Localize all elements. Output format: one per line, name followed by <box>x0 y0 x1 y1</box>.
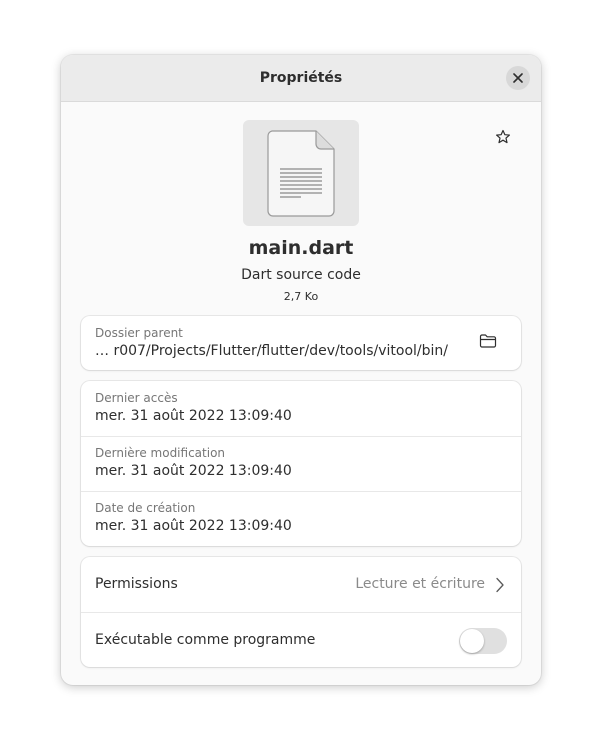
permissions-card: Permissions Lecture et écriture Exécutab… <box>81 557 521 667</box>
date-row-modified: Dernière modification mer. 31 août 2022 … <box>81 436 521 492</box>
parent-folder-card: Dossier parent … r007/Projects/Flutter/f… <box>81 316 521 370</box>
date-label: Date de création <box>95 501 196 515</box>
date-label: Dernier accès <box>95 391 178 405</box>
file-preview <box>243 120 359 226</box>
date-value: mer. 31 août 2022 13:09:40 <box>95 463 292 479</box>
close-icon <box>513 73 523 83</box>
dates-card: Dernier accès mer. 31 août 2022 13:09:40… <box>81 381 521 546</box>
header-bar: Propriétés <box>61 55 541 102</box>
parent-folder-path: … r007/Projects/Flutter/flutter/dev/tool… <box>95 343 448 359</box>
executable-label: Exécutable comme programme <box>95 632 316 648</box>
text-file-icon <box>267 130 335 217</box>
executable-row: Exécutable comme programme <box>81 612 521 667</box>
toggle-knob <box>460 629 484 653</box>
folder-icon <box>479 334 497 348</box>
open-parent-folder-button[interactable] <box>479 333 501 353</box>
date-value: mer. 31 août 2022 13:09:40 <box>95 518 292 534</box>
date-row-created: Date de création mer. 31 août 2022 13:09… <box>81 491 521 546</box>
star-icon <box>496 129 510 144</box>
file-type: Dart source code <box>241 267 361 283</box>
file-name: main.dart <box>248 237 354 259</box>
parent-folder-row: Dossier parent … r007/Projects/Flutter/f… <box>81 316 521 370</box>
executable-toggle[interactable] <box>459 628 507 654</box>
date-label: Dernière modification <box>95 446 226 460</box>
close-button[interactable] <box>506 66 530 90</box>
date-row-accessed: Dernier accès mer. 31 août 2022 13:09:40 <box>81 381 521 436</box>
file-size: 2,7 Ko <box>283 290 319 303</box>
permissions-value: Lecture et écriture <box>355 576 485 592</box>
date-value: mer. 31 août 2022 13:09:40 <box>95 408 292 424</box>
star-button[interactable] <box>491 125 515 149</box>
chevron-right-icon <box>496 577 504 593</box>
dialog-title: Propriétés <box>259 70 343 86</box>
properties-dialog: Propriétés main.dart Dart source code 2,… <box>61 55 541 685</box>
permissions-row[interactable]: Permissions Lecture et écriture <box>81 557 521 612</box>
permissions-label: Permissions <box>95 576 178 592</box>
parent-folder-label: Dossier parent <box>95 326 183 340</box>
